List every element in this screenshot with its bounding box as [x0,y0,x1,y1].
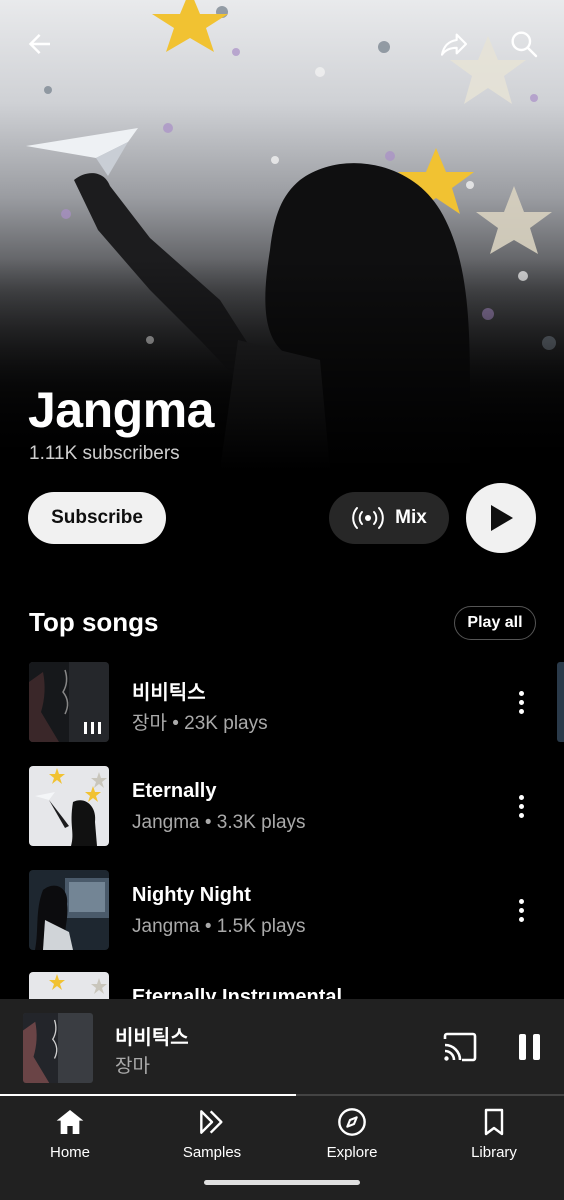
more-options-button[interactable] [506,788,536,824]
play-button[interactable] [466,483,536,553]
next-section-peek [557,662,564,742]
album-art-icon [23,1013,93,1083]
nav-label: Explore [326,1144,378,1161]
song-title: 비비틱스 [132,682,206,704]
mini-player-artist: 장마 [115,1056,150,1077]
samples-icon [200,1110,223,1134]
song-meta: Jangma • 1.5K plays [132,916,306,937]
gesture-home-indicator [204,1180,360,1185]
pause-button[interactable] [514,1031,544,1063]
mini-player[interactable]: 비비틱스 장마 [0,999,564,1095]
arrow-left-icon [28,34,50,54]
search-icon [511,31,538,58]
play-icon [491,505,513,531]
song-row[interactable]: 비비틱스 장마 • 23K plays [0,662,564,754]
pause-icon [518,1034,526,1060]
song-row[interactable]: Eternally Jangma • 3.3K plays [0,766,564,858]
nav-label: Library [471,1144,517,1161]
song-title: Nighty Night [132,884,251,906]
more-options-button[interactable] [506,892,536,928]
song-meta: Jangma • 3.3K plays [132,812,306,833]
share-button[interactable] [436,26,472,62]
bookmark-icon [484,1108,504,1136]
nav-item-library[interactable]: Library [444,1106,544,1168]
album-art-icon [29,870,109,950]
back-button[interactable] [22,26,58,62]
song-thumbnail [29,766,109,846]
top-songs-title: Top songs [29,607,159,637]
song-meta: 장마 • 23K plays [132,713,268,734]
song-title: Eternally [132,780,217,802]
song-thumbnail [29,662,109,742]
mini-player-title: 비비틱스 [115,1027,189,1049]
song-row[interactable]: Nighty Night Jangma • 1.5K plays [0,870,564,962]
search-button[interactable] [506,26,542,62]
song-thumbnail [29,870,109,950]
subscribe-button[interactable]: Subscribe [28,492,166,544]
nav-item-samples[interactable]: Samples [162,1106,262,1168]
nav-label: Samples [182,1144,242,1161]
nav-item-explore[interactable]: Explore [302,1106,402,1168]
mini-player-thumbnail [23,1013,93,1083]
bottom-navigation: Home Samples Explore Library [0,1096,564,1200]
play-all-button[interactable]: Play all [454,606,536,640]
artist-name: Jangma [28,382,214,438]
nav-item-home[interactable]: Home [20,1106,120,1168]
home-icon [56,1110,84,1134]
share-icon [440,33,468,56]
radio-waves-icon [352,507,384,529]
cast-icon [443,1032,477,1062]
mix-button[interactable]: Mix [329,492,449,544]
more-options-button[interactable] [506,684,536,720]
mix-label: Mix [395,507,427,528]
subscriber-count: 1.11K subscribers [29,443,180,464]
cast-button[interactable] [442,1031,478,1063]
album-art-icon [29,766,109,846]
compass-icon [338,1108,366,1136]
nav-label: Home [49,1144,90,1161]
now-playing-indicator [84,722,101,734]
